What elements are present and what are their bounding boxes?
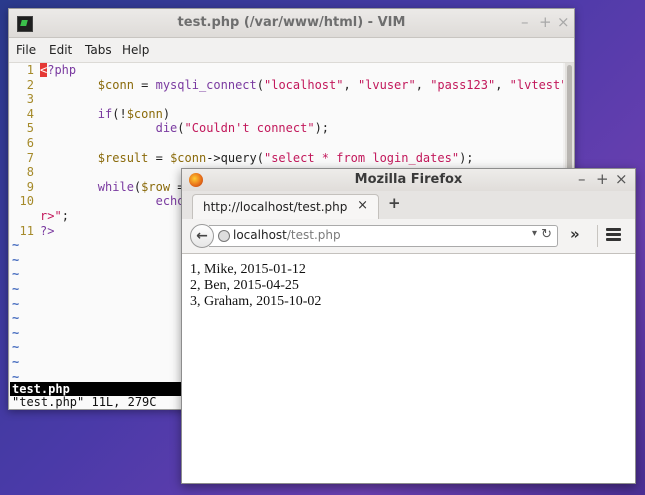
code-text: $result = $conn->query("select * from lo… (97, 150, 474, 165)
code-text: while($row = (97, 179, 185, 194)
empty-line-marker: ~ (12, 355, 20, 369)
tab-label: http://localhost/test.php (203, 200, 348, 214)
line-number: 3 (26, 92, 34, 107)
hamburger-menu-icon[interactable] (606, 227, 622, 243)
code-line[interactable]: 6 (10, 136, 40, 151)
menu-file[interactable]: File (16, 43, 36, 57)
back-button[interactable]: ← (190, 224, 214, 248)
chevron-down-icon[interactable]: ▾ (532, 228, 537, 239)
url-text: localhost/test.php (233, 228, 341, 242)
code-line[interactable]: 3 (10, 92, 40, 107)
close-icon[interactable]: × (615, 170, 628, 188)
empty-line-marker: ~ (12, 267, 20, 282)
code-text: if(!$conn) (97, 106, 171, 121)
code-line[interactable]: 11 ?> (10, 223, 55, 239)
firefox-titlebar[interactable]: Mozilla Firefox – + × (182, 169, 635, 191)
globe-icon[interactable] (218, 230, 230, 242)
code-line[interactable]: 1 <?php (10, 63, 76, 78)
empty-line-marker: ~ (12, 325, 20, 340)
code-line[interactable]: r>"; (10, 209, 69, 224)
code-text: ?> (40, 223, 55, 238)
code-line[interactable]: 4 if(!$conn) (10, 107, 170, 122)
firefox-window-title: Mozilla Firefox (354, 172, 463, 187)
code-text: r>"; (40, 209, 69, 223)
line-number: 7 (26, 150, 34, 165)
line-number: 6 (26, 136, 34, 150)
line-number: 9 (26, 179, 34, 194)
output-row: 1, Mike, 2015-01-12 (190, 262, 306, 277)
code-line[interactable]: 9 while($row = (10, 180, 185, 195)
empty-line-marker: ~ (12, 369, 20, 382)
navigation-toolbar: localhost/test.php ▾ ↻ ← » (182, 219, 635, 254)
firefox-window: Mozilla Firefox – + × http://localhost/t… (181, 168, 636, 484)
empty-line-marker: ~ (12, 340, 20, 355)
line-number: 11 (19, 223, 34, 238)
menu-tabs[interactable]: Tabs (85, 43, 112, 57)
output-row: 2, Ben, 2015-04-25 (190, 278, 299, 293)
line-number: 8 (26, 165, 34, 180)
line-number: 10 (19, 194, 34, 209)
empty-line-marker: ~ (12, 282, 20, 296)
minimize-icon[interactable]: – (521, 13, 529, 31)
toolbar-separator (597, 225, 598, 247)
code-line[interactable]: 7 $result = $conn->query("select * from … (10, 151, 474, 166)
tab-close-icon[interactable]: × (357, 198, 368, 213)
vim-titlebar[interactable]: test.php (/var/www/html) - VIM – + × (9, 9, 574, 38)
maximize-icon[interactable]: + (596, 170, 609, 188)
code-text: <?php (40, 63, 77, 77)
code-line[interactable]: 8 (10, 165, 40, 180)
empty-line-marker: ~ (12, 238, 20, 253)
line-number: 4 (26, 106, 34, 121)
code-text: echo (155, 194, 185, 209)
line-number: 5 (26, 121, 34, 136)
code-line[interactable]: 5 die("Couldn't connect"); (10, 121, 329, 136)
line-number: 2 (26, 77, 34, 92)
maximize-icon[interactable]: + (539, 13, 552, 31)
vim-menubar: File Edit Tabs Help (9, 38, 574, 63)
code-text: $conn = mysqli_connect("localhost", "lvu… (97, 77, 563, 92)
overflow-chevron-icon[interactable]: » (570, 225, 580, 243)
close-icon[interactable]: × (557, 13, 570, 31)
line-number: 1 (26, 63, 34, 77)
empty-line-marker: ~ (12, 252, 20, 267)
vim-window-title: test.php (/var/www/html) - VIM (177, 15, 406, 30)
output-row: 3, Graham, 2015-10-02 (190, 294, 322, 309)
tab-strip: http://localhost/test.php × (182, 191, 635, 220)
page-content: 1, Mike, 2015-01-12 2, Ben, 2015-04-25 3… (182, 254, 635, 483)
menu-help[interactable]: Help (122, 43, 149, 57)
url-bar[interactable]: localhost/test.php ▾ ↻ (209, 225, 558, 247)
new-tab-icon[interactable]: + (388, 194, 401, 212)
empty-line-marker: ~ (12, 296, 20, 311)
tab-test-php[interactable]: http://localhost/test.php × (192, 194, 379, 220)
minimize-icon[interactable]: – (578, 170, 586, 188)
reload-icon[interactable]: ↻ (541, 227, 552, 242)
code-line[interactable]: 2 $conn = mysqli_connect("localhost", "l… (10, 78, 563, 93)
empty-line-marker: ~ (12, 311, 20, 326)
menu-edit[interactable]: Edit (49, 43, 72, 57)
code-text: die("Couldn't connect"); (155, 121, 330, 136)
code-line[interactable]: 10 echo (10, 194, 185, 209)
